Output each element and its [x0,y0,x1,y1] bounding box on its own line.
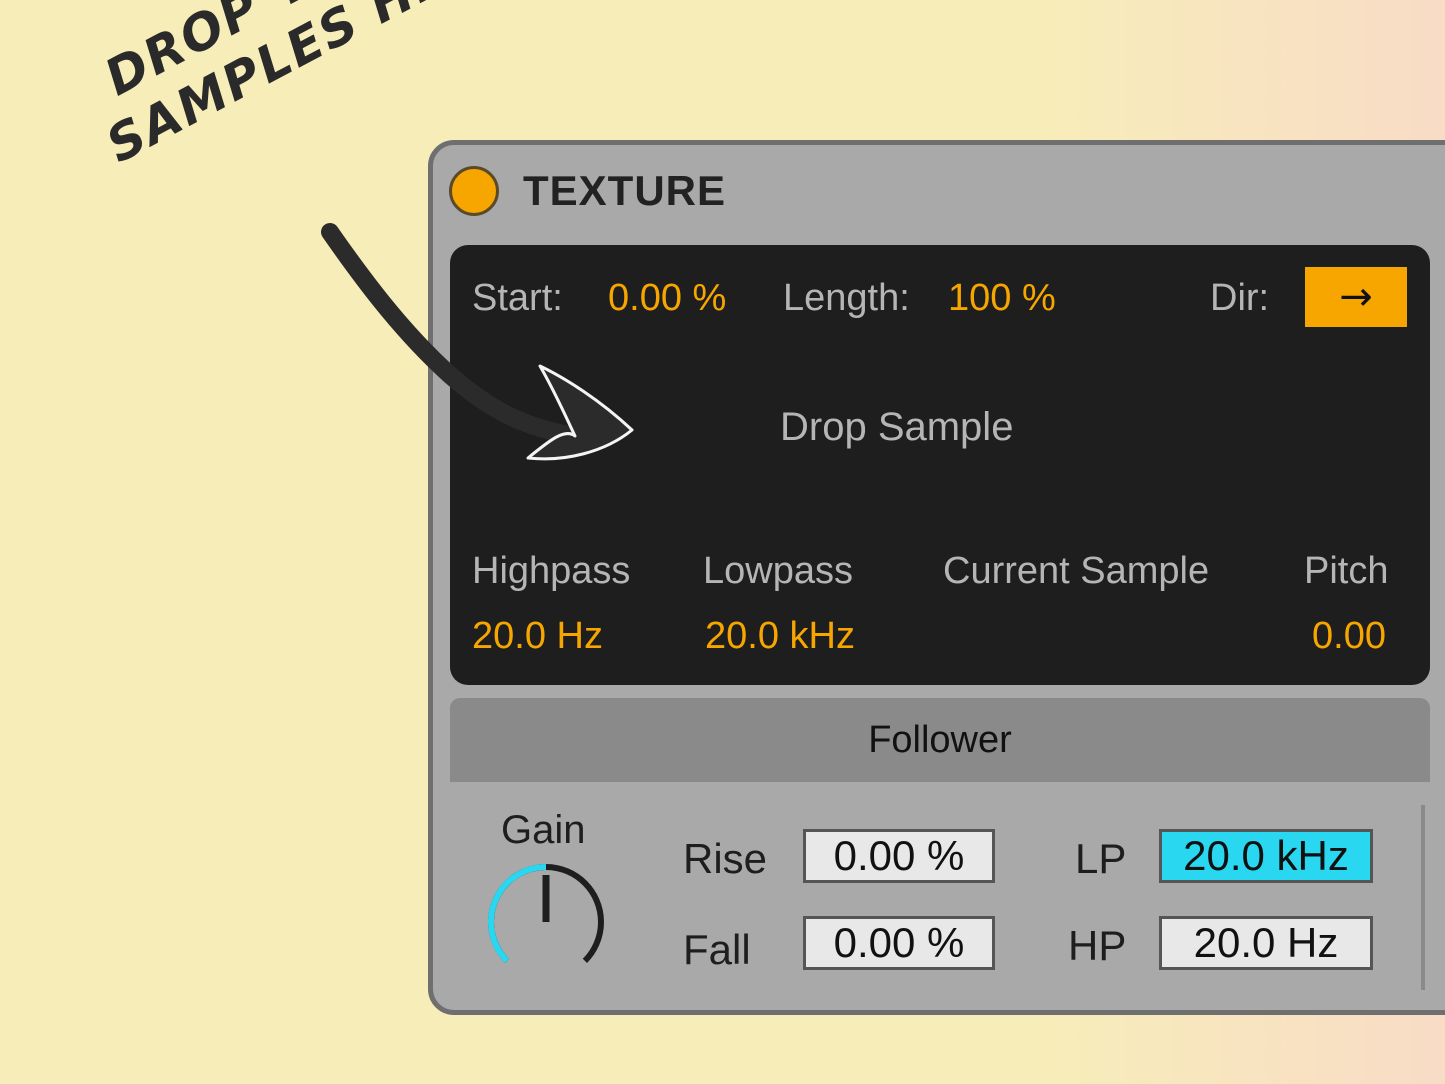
power-toggle[interactable] [449,166,499,216]
start-label: Start: [472,277,563,319]
texture-device: TEXTURE Start: 0.00 % Length: 100 % Dir:… [428,140,1445,1015]
rise-label: Rise [683,835,768,882]
rise-field[interactable]: 0.00 % [803,829,995,883]
follower-section-header[interactable]: Follower [450,698,1430,782]
drop-sample-text: Drop Sample [780,405,1014,449]
fall-label: Fall [683,926,751,973]
lp-field[interactable]: 20.0 kHz [1159,829,1373,883]
start-value[interactable]: 0.00 % [608,277,726,320]
pitch-value[interactable]: 0.00 [1312,615,1386,658]
drop-samples-annotation: DROP YOUR SAMPLES HERE [95,0,525,174]
drop-sample-zone[interactable]: Drop Sample [780,405,1100,465]
length-label: Length: [783,277,910,319]
device-title: TEXTURE [523,167,727,214]
fall-field[interactable]: 0.00 % [803,916,995,970]
direction-button[interactable]: → [1305,267,1407,327]
lowpass-value[interactable]: 20.0 kHz [705,615,855,658]
hp-label: HP [1068,922,1127,969]
follower-label: Follower [868,718,1012,761]
panel-divider [1421,805,1425,990]
gain-knob[interactable] [481,857,611,987]
sample-display[interactable]: Start: 0.00 % Length: 100 % Dir: → Drop … [450,245,1430,685]
dir-label: Dir: [1210,277,1270,319]
gain-label: Gain [501,808,586,852]
highpass-label: Highpass [472,550,631,592]
length-value[interactable]: 100 % [948,277,1056,320]
current-sample-label: Current Sample [943,550,1210,592]
pitch-label: Pitch [1304,550,1389,592]
device-title-bar: TEXTURE [449,161,726,221]
lp-label: LP [1075,835,1127,882]
lowpass-label: Lowpass [703,550,853,592]
highpass-value[interactable]: 20.0 Hz [472,615,603,658]
hp-field[interactable]: 20.0 Hz [1159,916,1373,970]
